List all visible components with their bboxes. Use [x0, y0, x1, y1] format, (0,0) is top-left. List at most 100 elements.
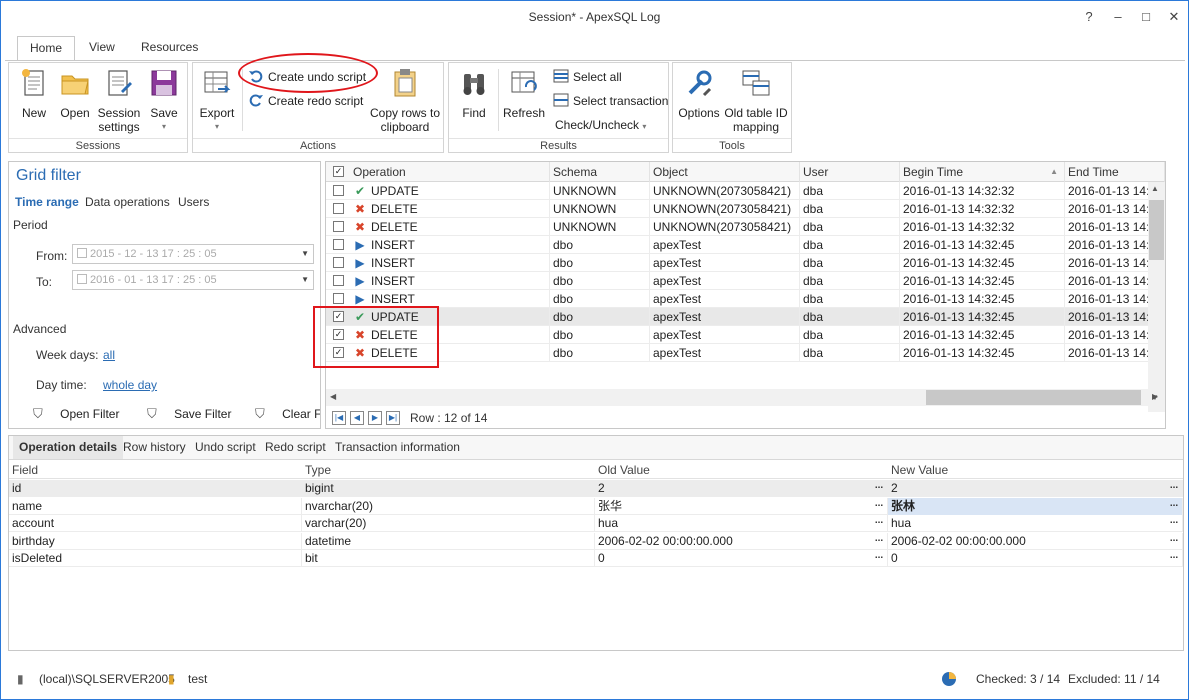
detail-row[interactable]: birthday datetime 2006-02-02 00:00:00.000 2…	[9, 532, 1183, 550]
detail-row[interactable]: id bigint 2 2......	[9, 480, 1183, 497]
col-begin-time[interactable]: Begin Time ▲	[900, 162, 1065, 182]
tab-redo-script[interactable]: Redo script	[259, 436, 332, 459]
detail-row[interactable]: isDeleted bit 0 0......	[9, 550, 1183, 567]
row-checkbox[interactable]	[333, 257, 344, 268]
table-row[interactable]: ✓ ✖ DELETE dbo apexTest dba 2016-01-13 14:32:4…	[326, 344, 1165, 362]
row-checkbox[interactable]	[333, 293, 344, 304]
nav-next-button[interactable]: ▶	[368, 411, 382, 425]
tab-home[interactable]: Home	[17, 36, 76, 61]
refresh-button[interactable]: Refresh	[503, 67, 545, 120]
session-settings-button[interactable]: Session settings	[95, 67, 143, 134]
from-dropdown-arrow[interactable]: ▼	[301, 245, 309, 263]
ellipsis-button[interactable]: ...	[1168, 551, 1180, 565]
col-object[interactable]: Object	[650, 162, 800, 182]
horizontal-scroll-thumb[interactable]	[926, 390, 1141, 405]
scroll-left-arrow[interactable]: ◀	[330, 392, 336, 401]
col-end-time[interactable]: End Time	[1065, 162, 1165, 182]
nav-prev-button[interactable]: ◀	[350, 411, 364, 425]
nav-last-button[interactable]: ▶|	[386, 411, 400, 425]
options-button[interactable]: Options	[677, 67, 721, 120]
export-dropdown-arrow[interactable]: ▾	[197, 120, 237, 134]
cell-schema: dbo	[550, 254, 650, 272]
ellipsis-button[interactable]: ...	[873, 533, 885, 548]
table-row[interactable]: ✓ ✔ UPDATE dbo apexTest dba 2016-01-13 14:32:4…	[326, 308, 1165, 326]
filter-tab-data-operations[interactable]: Data operations	[85, 195, 170, 209]
save-filter-button[interactable]: ⛉ Save Filter	[147, 406, 231, 422]
open-filter-button[interactable]: ⛉ Open Filter	[33, 406, 119, 422]
from-datetime-picker[interactable]: 2015 - 12 - 13 17 : 25 : 05 ▼	[72, 244, 314, 264]
row-checkbox[interactable]	[333, 203, 344, 214]
col-new-value[interactable]: New Value	[888, 461, 948, 479]
help-button[interactable]: ?	[1076, 7, 1102, 27]
ellipsis-button[interactable]: ...	[873, 481, 885, 495]
table-row[interactable]: ▶ INSERT dbo apexTest dba 2016-01-13 14:32:45…	[326, 290, 1165, 308]
close-button[interactable]: ✕	[1161, 7, 1187, 27]
old-table-id-mapping-button[interactable]: Old table ID mapping	[723, 67, 789, 134]
tab-transaction-information[interactable]: Transaction information	[329, 436, 466, 459]
scroll-up-arrow[interactable]: ▲	[1151, 184, 1159, 193]
ellipsis-button[interactable]: ...	[1168, 516, 1180, 530]
detail-row[interactable]: name nvarchar(20) 张华 张林......	[9, 497, 1183, 515]
check-uncheck-arrow[interactable]: ▾	[642, 122, 646, 131]
tab-resources[interactable]: Resources	[129, 36, 210, 61]
filter-tab-time-range[interactable]: Time range	[15, 195, 79, 209]
sessions-group: New Open Session settings Save ▾ Session…	[8, 62, 188, 153]
ellipsis-button[interactable]: ...	[1168, 498, 1180, 513]
col-schema[interactable]: Schema	[550, 162, 650, 182]
ellipsis-button[interactable]: ...	[873, 551, 885, 565]
to-dropdown-arrow[interactable]: ▼	[301, 271, 309, 289]
find-button[interactable]: Find	[455, 67, 493, 120]
create-redo-script-button[interactable]: Create redo script	[248, 91, 363, 111]
check-uncheck-button[interactable]: Check/Uncheck ▾	[555, 115, 646, 135]
save-button[interactable]: Save ▾	[145, 67, 183, 134]
new-button[interactable]: New	[15, 67, 53, 120]
select-transaction-icon	[553, 93, 569, 107]
table-row[interactable]: ▶ INSERT dbo apexTest dba 2016-01-13 14:32:45…	[326, 254, 1165, 272]
filter-tab-users[interactable]: Users	[178, 195, 209, 209]
table-row[interactable]: ▶ INSERT dbo apexTest dba 2016-01-13 14:32:45…	[326, 236, 1165, 254]
select-transaction-button[interactable]: Select transaction	[553, 91, 668, 111]
col-type[interactable]: Type	[302, 461, 331, 479]
tab-operation-details[interactable]: Operation details	[13, 436, 124, 459]
copy-rows-button[interactable]: Copy rows to clipboard	[369, 67, 441, 134]
row-checkbox[interactable]	[333, 185, 344, 196]
grid-vertical-scrollbar[interactable]: ▲	[1148, 182, 1165, 412]
select-all-button[interactable]: Select all	[553, 67, 622, 87]
ellipsis-button[interactable]: ...	[1168, 481, 1180, 495]
header-select-all-checkbox[interactable]: ✓	[333, 166, 344, 177]
from-checkbox[interactable]	[77, 248, 87, 258]
detail-row[interactable]: account varchar(20) hua hua......	[9, 515, 1183, 532]
open-button[interactable]: Open	[57, 67, 93, 120]
col-field[interactable]: Field	[9, 461, 38, 479]
table-row[interactable]: ✖ DELETE UNKNOWN UNKNOWN(2073058421) dba 2016…	[326, 218, 1165, 236]
table-row[interactable]: ✔ UPDATE UNKNOWN UNKNOWN(2073058421) dba 2016…	[326, 182, 1165, 200]
nav-first-button[interactable]: |◀	[332, 411, 346, 425]
week-days-link[interactable]: all	[103, 348, 115, 362]
export-button[interactable]: Export ▾	[197, 67, 237, 134]
table-row[interactable]: ✖ DELETE UNKNOWN UNKNOWN(2073058421) dba 2016…	[326, 200, 1165, 218]
table-row[interactable]: ▶ INSERT dbo apexTest dba 2016-01-13 14:32:45…	[326, 272, 1165, 290]
tab-view[interactable]: View	[77, 36, 127, 61]
col-user[interactable]: User	[800, 162, 900, 182]
day-time-link[interactable]: whole day	[103, 378, 157, 392]
tab-row-history[interactable]: Row history	[117, 436, 192, 459]
scroll-down-arrow[interactable]: ▼	[1151, 393, 1159, 402]
tab-undo-script[interactable]: Undo script	[189, 436, 262, 459]
save-dropdown-arrow[interactable]: ▾	[145, 120, 183, 134]
ellipsis-button[interactable]: ...	[873, 516, 885, 530]
col-old-value[interactable]: Old Value	[595, 461, 650, 479]
to-datetime-picker[interactable]: 2016 - 01 - 13 17 : 25 : 05 ▼	[72, 270, 314, 290]
vertical-scroll-thumb[interactable]	[1149, 200, 1164, 260]
minimize-button[interactable]: –	[1105, 7, 1131, 27]
row-checkbox[interactable]	[333, 275, 344, 286]
clear-filter-button[interactable]: ⛉ Clear F	[255, 406, 320, 422]
ellipsis-button[interactable]: ...	[1168, 533, 1180, 548]
grid-horizontal-scrollbar[interactable]: ◀ ▶	[326, 389, 1165, 406]
table-row[interactable]: ✓ ✖ DELETE dbo apexTest dba 2016-01-13 14:32:4…	[326, 326, 1165, 344]
row-checkbox[interactable]	[333, 221, 344, 232]
row-checkbox[interactable]	[333, 239, 344, 250]
to-checkbox[interactable]	[77, 274, 87, 284]
ellipsis-button[interactable]: ...	[873, 498, 885, 513]
restore-button[interactable]: □	[1133, 7, 1159, 27]
col-operation[interactable]: Operation	[350, 162, 550, 182]
